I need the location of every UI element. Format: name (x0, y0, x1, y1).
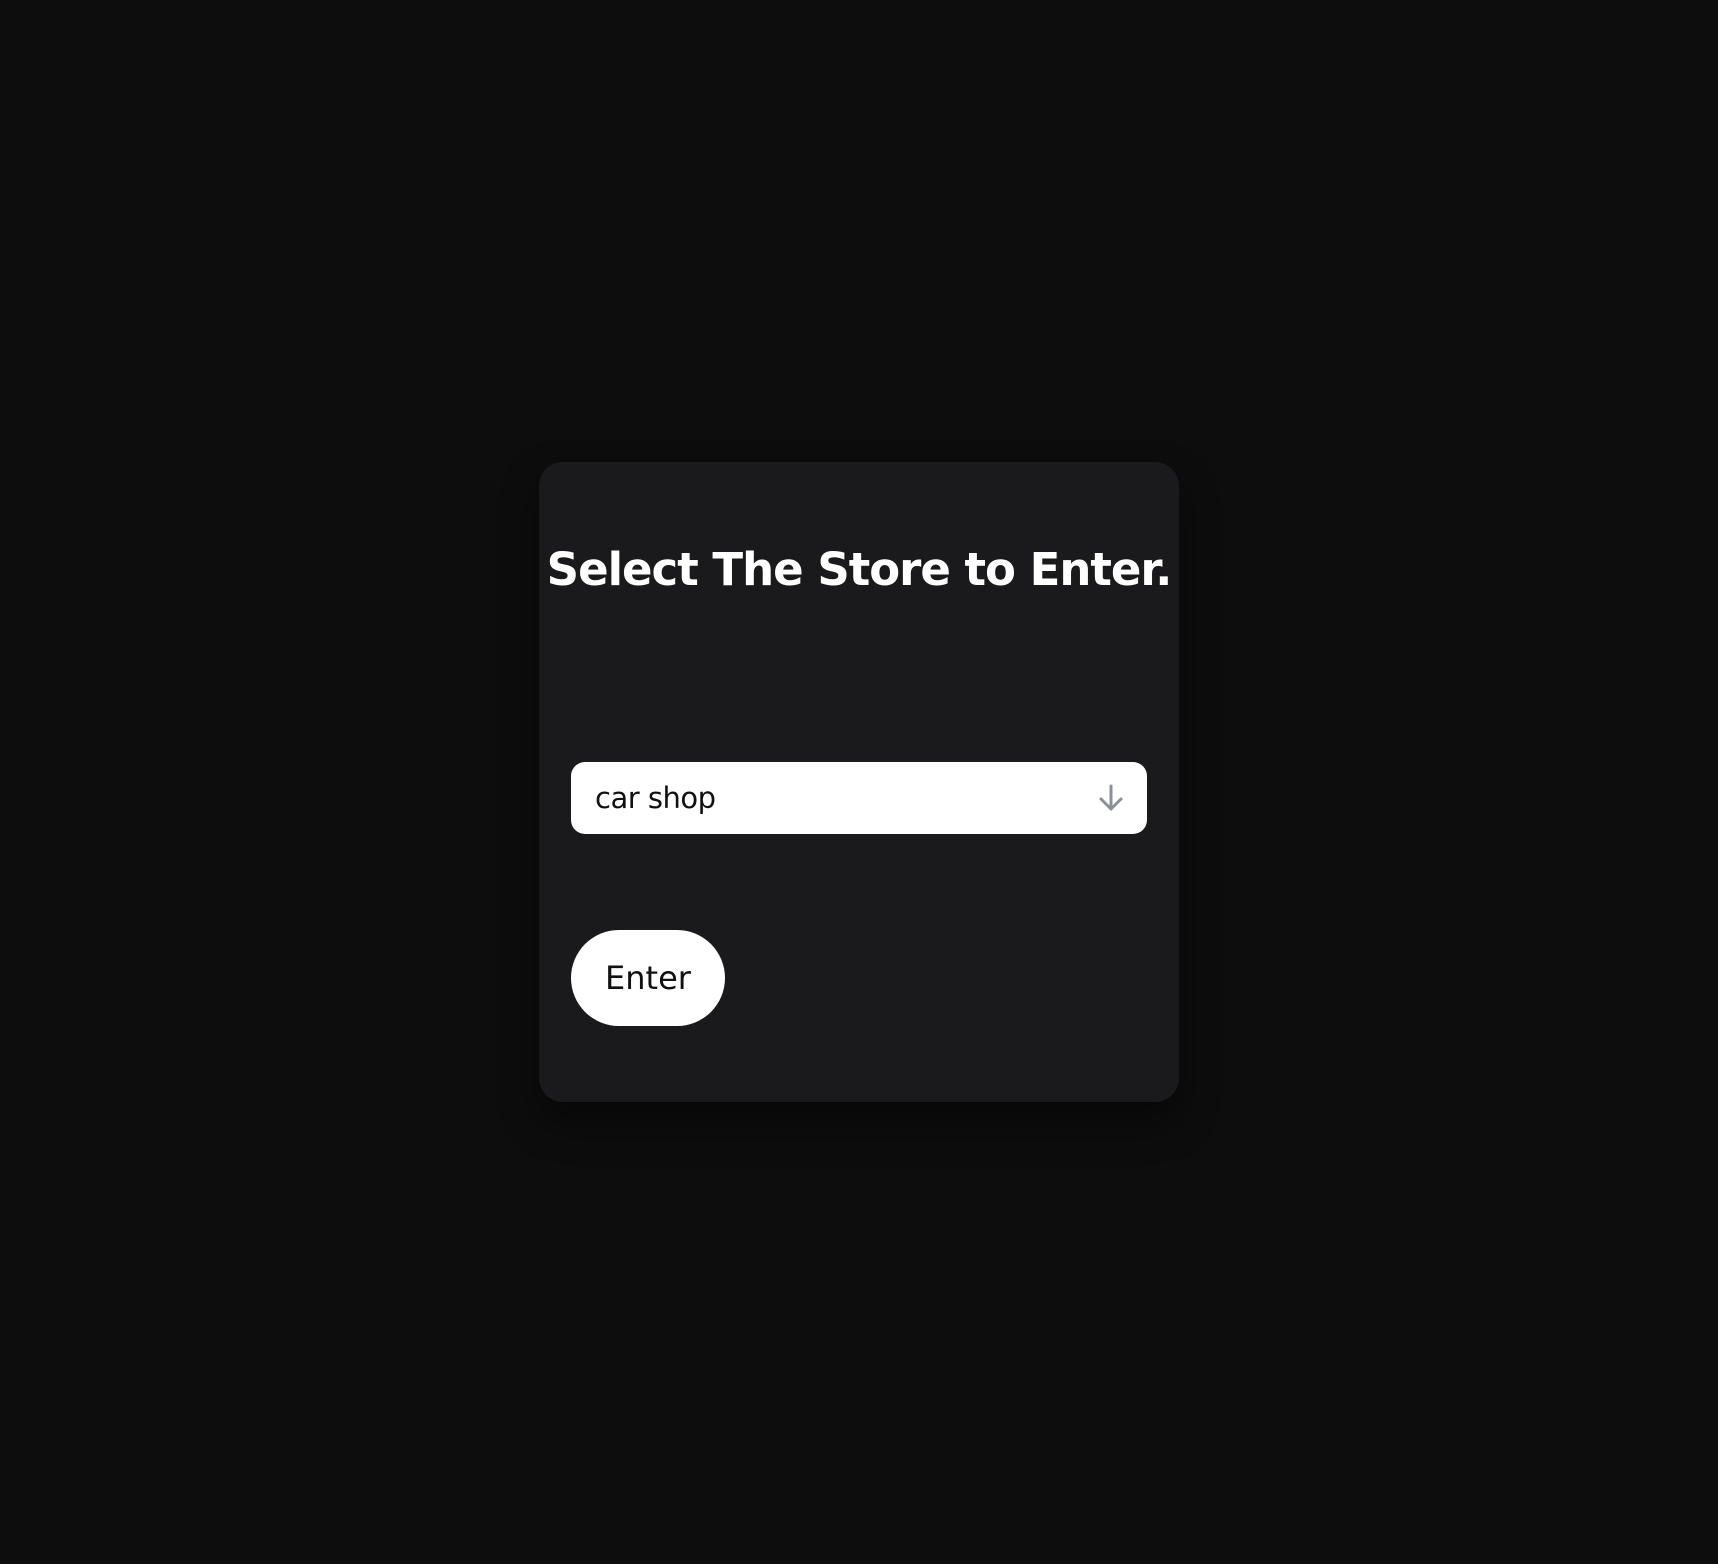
page: Select The Store to Enter. car shop Ente… (0, 0, 1718, 1564)
store-select-card: Select The Store to Enter. car shop Ente… (539, 462, 1179, 1102)
card-title: Select The Store to Enter. (546, 543, 1173, 596)
store-select-value: car shop (595, 781, 716, 815)
store-select[interactable]: car shop (571, 762, 1147, 834)
enter-button[interactable]: Enter (571, 930, 725, 1026)
arrow-down-icon (1099, 784, 1123, 811)
